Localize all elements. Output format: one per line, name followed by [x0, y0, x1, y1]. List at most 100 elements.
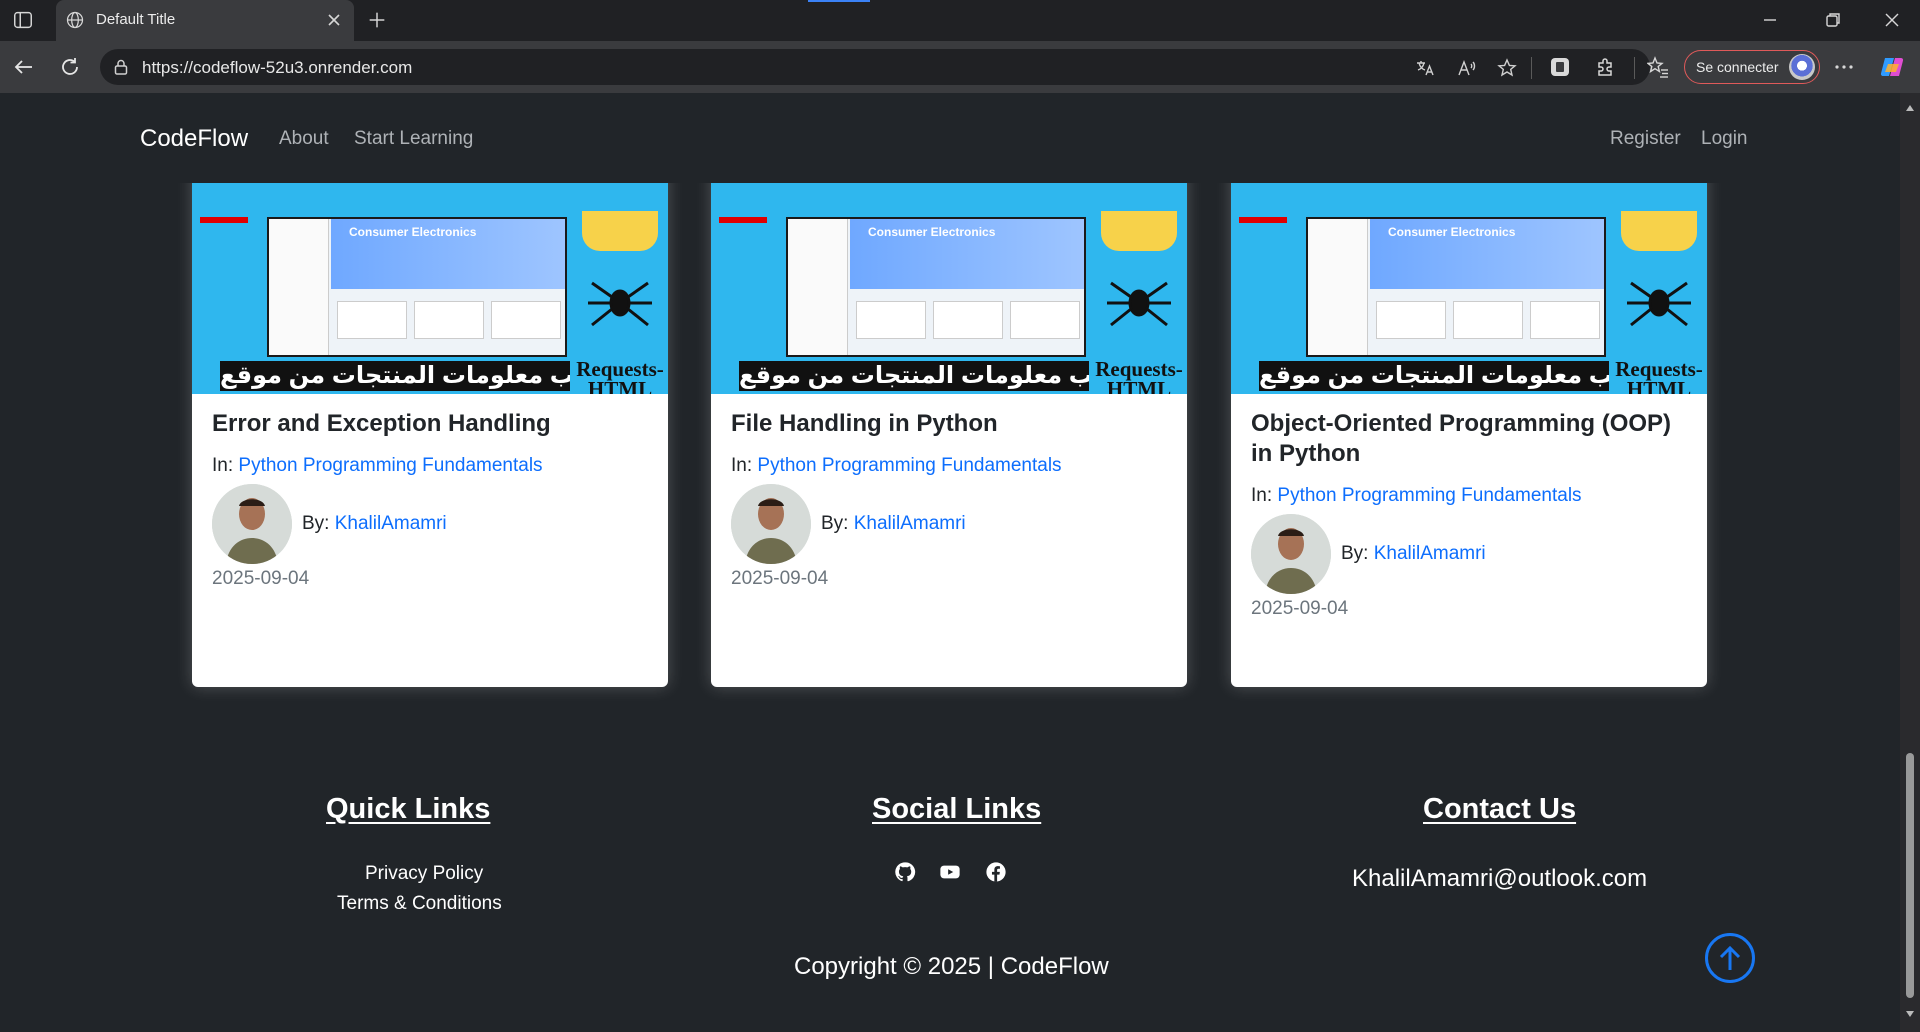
lesson-title[interactable]: Object-Oriented Programming (OOP) in Pyt…: [1251, 409, 1691, 469]
scroll-to-top-button[interactable]: [1705, 933, 1755, 983]
thumbnail-header-text: Consumer Electronics: [349, 225, 477, 239]
course-link[interactable]: Python Programming Fundamentals: [238, 455, 542, 476]
toolbar-separator: [1531, 57, 1532, 79]
back-icon[interactable]: [12, 55, 36, 79]
thumbnail-library-text: Requests-HTML: [1095, 357, 1183, 395]
restore-icon[interactable]: [1823, 10, 1843, 30]
avatar-photo-icon: [731, 484, 811, 564]
sign-in-button[interactable]: Se connecter: [1684, 50, 1820, 84]
lesson-date: 2025-09-04: [731, 568, 829, 589]
read-aloud-icon[interactable]: [1456, 58, 1476, 78]
author-link[interactable]: KhalilAmamri: [335, 513, 447, 534]
spider-icon: [1627, 281, 1691, 327]
address-bar[interactable]: https://codeflow-52u3.onrender.com: [100, 49, 1650, 85]
thumbnail-product: [337, 301, 407, 339]
nav-about-link[interactable]: About: [279, 128, 329, 150]
author-avatar: [1251, 514, 1331, 594]
site-navbar: CodeFlow About Start Learning Register L…: [0, 93, 1900, 183]
in-label: In:: [731, 455, 753, 476]
browser-tab[interactable]: Default Title: [56, 0, 354, 41]
author-avatar: [731, 484, 811, 564]
translate-icon[interactable]: [1415, 58, 1435, 78]
lesson-card[interactable]: Consumer Electronics سحب معلومات المنتجا…: [711, 133, 1187, 687]
thumbnail-decoration: [719, 217, 767, 223]
refresh-icon[interactable]: [58, 55, 82, 79]
copilot-icon[interactable]: [1879, 54, 1905, 80]
course-link[interactable]: Python Programming Fundamentals: [1277, 485, 1581, 506]
lesson-title[interactable]: Error and Exception Handling: [212, 409, 652, 439]
thumbnail-sidebar: [788, 219, 848, 355]
lesson-card[interactable]: Consumer Electronics سحب معلومات المنتجا…: [192, 133, 668, 687]
avatar-photo-icon: [212, 484, 292, 564]
python-logo-icon: [1101, 211, 1177, 251]
toolbar-separator: [1634, 57, 1635, 79]
course-link[interactable]: Python Programming Fundamentals: [757, 455, 1061, 476]
lesson-title[interactable]: File Handling in Python: [731, 409, 1171, 439]
author-link[interactable]: KhalilAmamri: [854, 513, 966, 534]
globe-icon: [66, 11, 84, 29]
facebook-icon[interactable]: [985, 861, 1007, 883]
page-viewport: CodeFlow About Start Learning Register L…: [0, 93, 1900, 1032]
browser-tab-strip: Default Title: [0, 0, 1920, 41]
brand-logo-link[interactable]: CodeFlow: [140, 125, 248, 153]
thumbnail-library-text: Requests-HTML: [1615, 357, 1703, 395]
by-label: By:: [302, 513, 330, 534]
thumbnail-arabic-caption: سحب معلومات المنتجات من موقع: [220, 361, 570, 391]
thumbnail-screenshot: Consumer Electronics: [786, 217, 1086, 357]
social-links-heading: Social Links: [872, 793, 1042, 825]
python-logo-icon: [582, 211, 658, 251]
lesson-course-line: In: Python Programming Fundamentals: [212, 455, 543, 477]
url-text[interactable]: https://codeflow-52u3.onrender.com: [142, 58, 412, 78]
close-tab-icon[interactable]: [326, 12, 342, 28]
contact-email-link[interactable]: KhalilAmamri@outlook.com: [1352, 865, 1647, 893]
thumbnail-product: [1010, 301, 1080, 339]
spider-icon: [1107, 281, 1171, 327]
close-window-icon[interactable]: [1882, 10, 1902, 30]
minimize-icon[interactable]: [1760, 10, 1780, 30]
thumbnail-product: [856, 301, 926, 339]
privacy-policy-link[interactable]: Privacy Policy: [365, 863, 483, 885]
extensions-puzzle-icon[interactable]: [1595, 56, 1617, 78]
profile-avatar-icon: [1789, 54, 1815, 80]
scroll-up-arrow-icon[interactable]: [1905, 103, 1915, 113]
by-label: By:: [1341, 543, 1369, 564]
in-label: In:: [1251, 485, 1273, 506]
lock-icon[interactable]: [112, 58, 130, 76]
thumbnail-product: [414, 301, 484, 339]
nav-start-learning-link[interactable]: Start Learning: [354, 128, 473, 150]
thumbnail-header-text: Consumer Electronics: [1388, 225, 1516, 239]
python-logo-icon: [1621, 211, 1697, 251]
by-label: By:: [821, 513, 849, 534]
thumbnail-product: [1376, 301, 1446, 339]
new-tab-icon[interactable]: [366, 9, 388, 31]
thumbnail-sidebar: [269, 219, 329, 355]
lesson-course-line: In: Python Programming Fundamentals: [1251, 485, 1582, 507]
avatar-photo-icon: [1251, 514, 1331, 594]
spider-icon: [588, 281, 652, 327]
terms-link[interactable]: Terms & Conditions: [337, 893, 502, 915]
github-icon[interactable]: [894, 861, 916, 883]
thumbnail-product: [933, 301, 1003, 339]
thumbnail-sidebar: [1308, 219, 1368, 355]
in-label: In:: [212, 455, 234, 476]
extension-square-icon[interactable]: [1549, 56, 1571, 78]
lesson-date: 2025-09-04: [212, 568, 310, 589]
favorite-star-icon[interactable]: [1497, 58, 1517, 78]
favorites-list-icon[interactable]: [1647, 56, 1669, 78]
nav-register-link[interactable]: Register: [1610, 128, 1681, 150]
lesson-card[interactable]: Consumer Electronics سحب معلومات المنتجا…: [1231, 133, 1707, 687]
nav-login-link[interactable]: Login: [1701, 128, 1748, 150]
scrollbar-thumb[interactable]: [1906, 753, 1914, 998]
scroll-down-arrow-icon[interactable]: [1905, 1009, 1915, 1019]
thumbnail-product: [1453, 301, 1523, 339]
more-options-icon[interactable]: [1833, 56, 1855, 78]
lesson-course-line: In: Python Programming Fundamentals: [731, 455, 1062, 477]
tab-actions-icon[interactable]: [12, 9, 34, 31]
thumbnail-screenshot: Consumer Electronics: [267, 217, 567, 357]
youtube-icon[interactable]: [939, 861, 961, 883]
author-link[interactable]: KhalilAmamri: [1374, 543, 1486, 564]
quick-links-heading: Quick Links: [326, 793, 491, 825]
page-scrollbar[interactable]: [1900, 93, 1920, 1032]
contact-heading: Contact Us: [1423, 793, 1577, 825]
thumbnail-screenshot: Consumer Electronics: [1306, 217, 1606, 357]
